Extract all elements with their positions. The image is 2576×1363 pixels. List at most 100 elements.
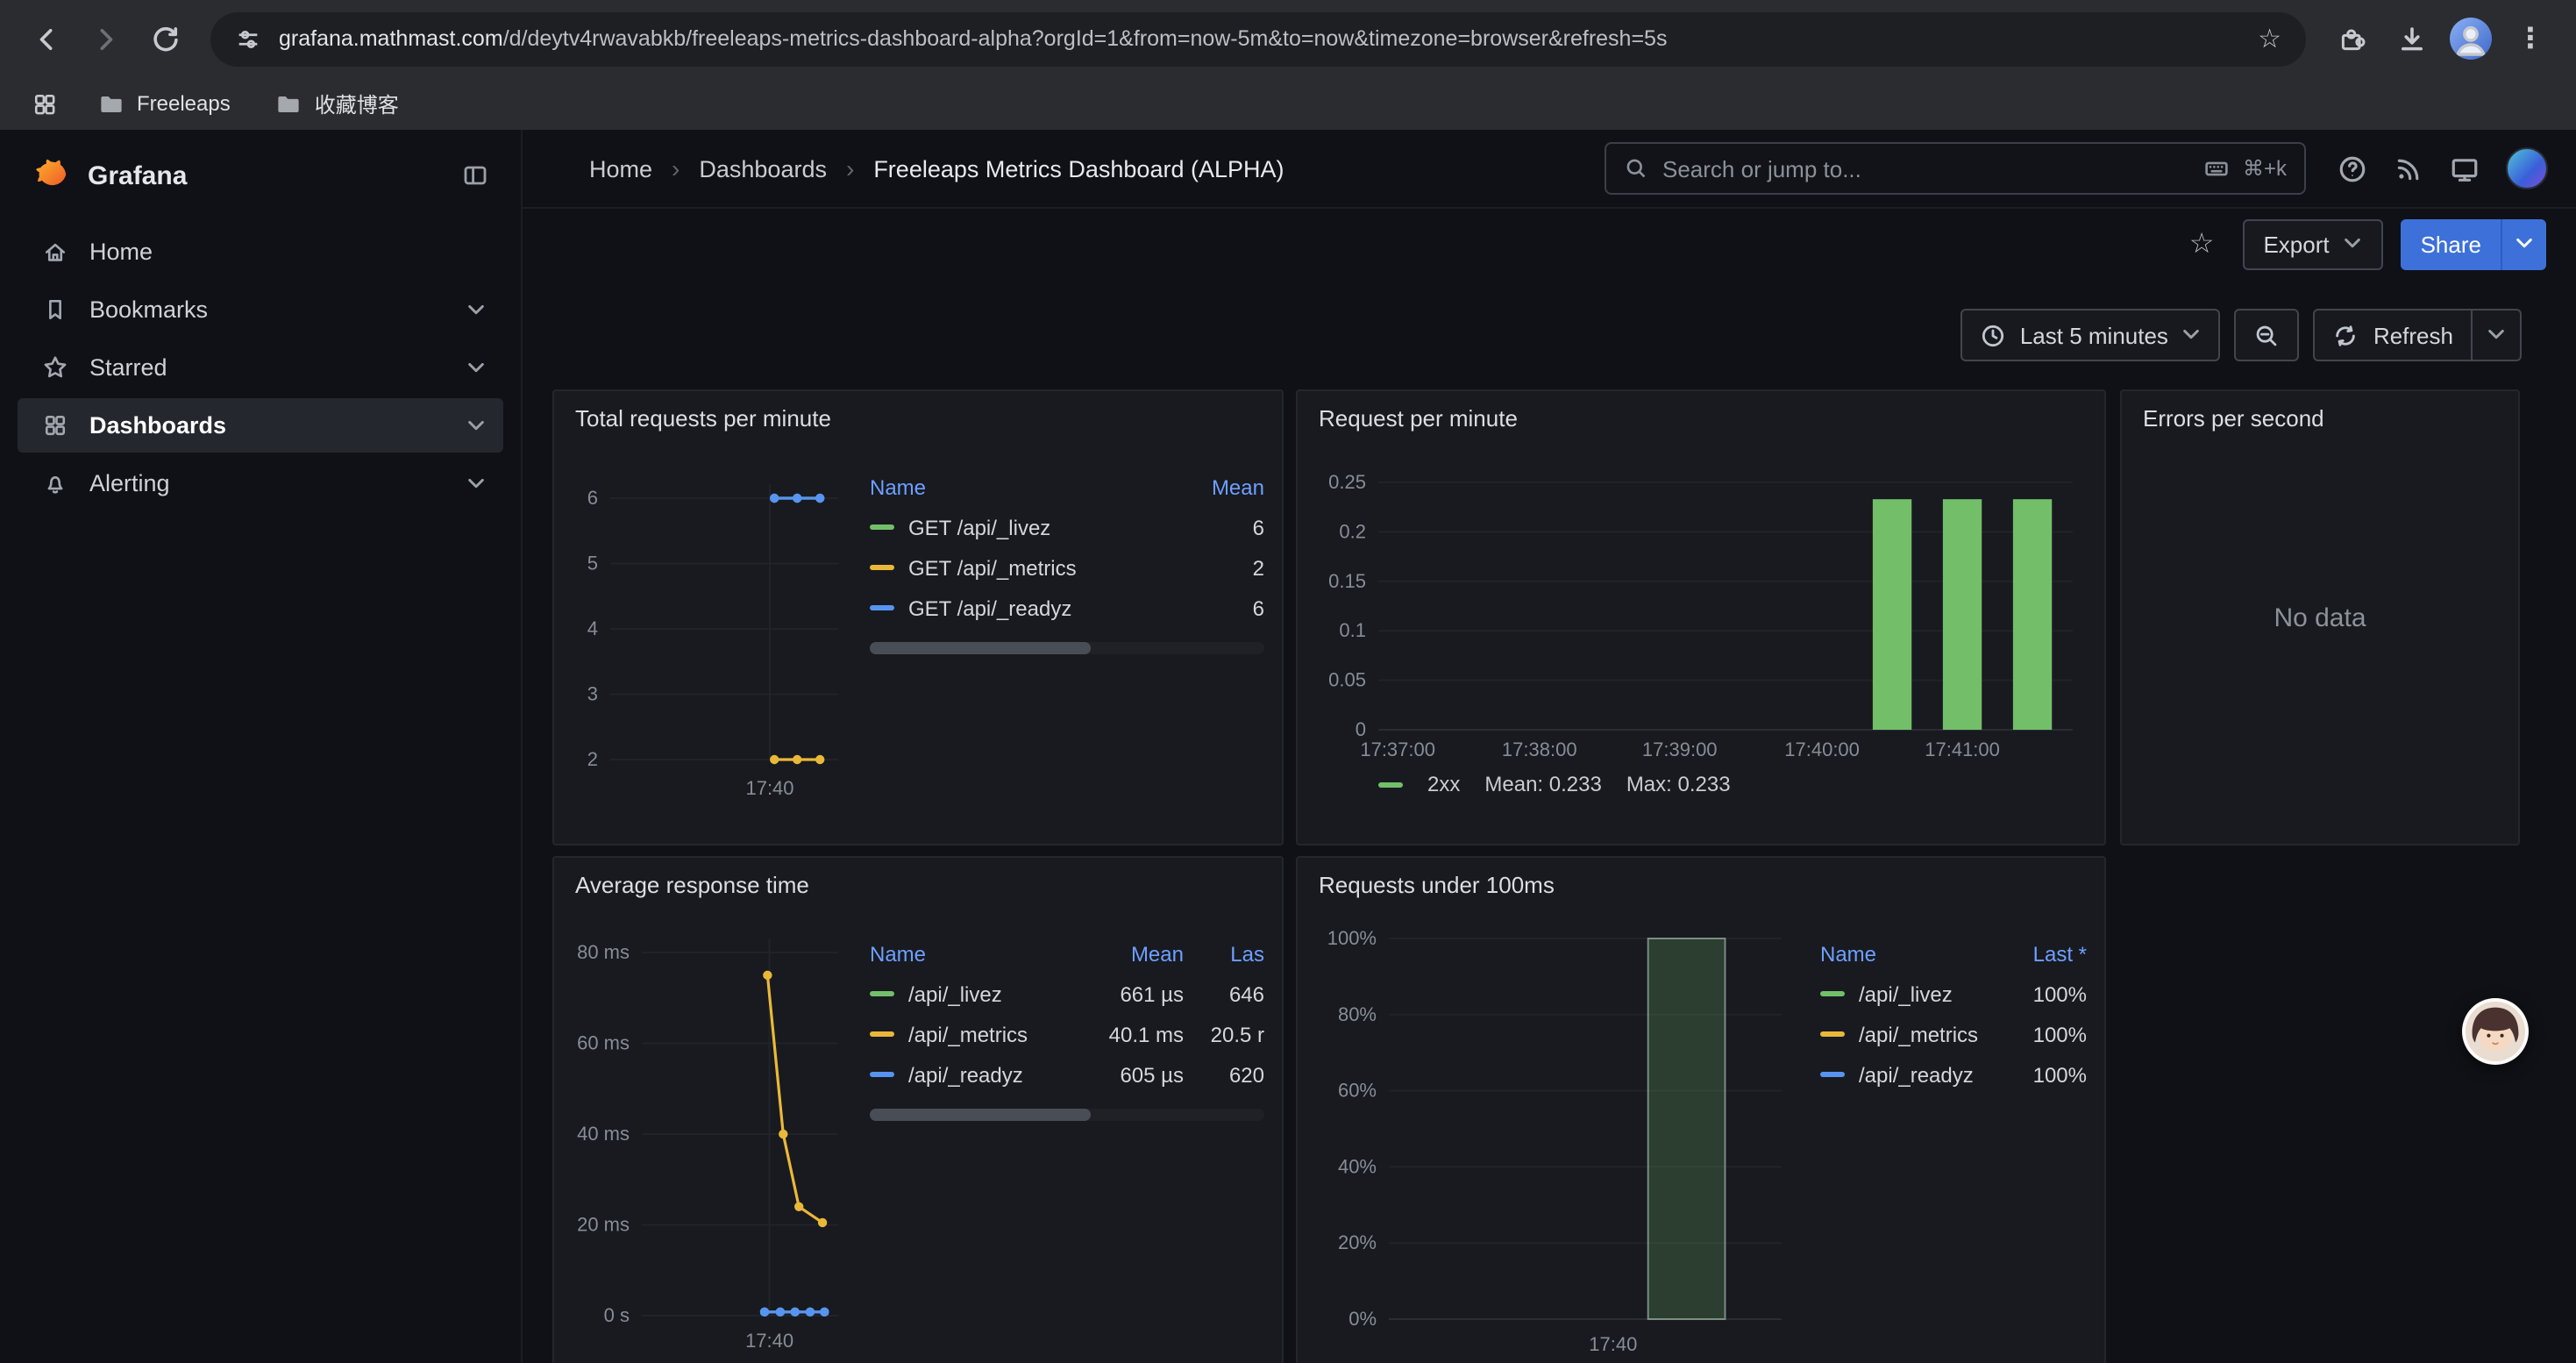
legend-header-mean[interactable]: Mean	[1184, 475, 1264, 500]
total-requests-chart: 6543217:40	[568, 447, 852, 812]
series-mean: 661 µs	[1075, 981, 1184, 1006]
series-name[interactable]: GET /api/_livez	[908, 515, 1184, 539]
sidebar-item-label: Dashboards	[89, 412, 226, 439]
legend-row[interactable]: /api/_readyz 605 µs 620	[870, 1054, 1264, 1095]
brand-name[interactable]: Grafana	[88, 161, 187, 190]
series-swatch	[870, 605, 894, 610]
favorite-star-icon[interactable]: ☆	[2189, 226, 2215, 261]
time-range-picker[interactable]: Last 5 minutes	[1960, 309, 2221, 361]
back-button[interactable]	[18, 11, 74, 67]
address-bar[interactable]: grafana.mathmast.com/d/deytv4rwavabkb/fr…	[210, 11, 2306, 66]
search-box[interactable]: ⌘+k	[1605, 142, 2306, 195]
share-button-group: Share	[2402, 218, 2546, 269]
panel-title[interactable]: Request per minute	[1298, 391, 2104, 447]
series-max: Max: 0.233	[1626, 772, 1731, 796]
svg-text:0 s: 0 s	[604, 1304, 630, 1326]
sidebar-item-home[interactable]: Home	[18, 225, 503, 279]
bookmark-folder-blog[interactable]: 收藏博客	[262, 83, 413, 124]
sidebar-item-dashboards[interactable]: Dashboards	[18, 398, 503, 453]
site-info-icon[interactable]	[235, 25, 261, 52]
export-label: Export	[2263, 231, 2329, 257]
legend-header-mean[interactable]: Mean	[1075, 942, 1184, 967]
panel-title[interactable]: Requests under 100ms	[1298, 858, 2104, 914]
share-dropdown-button[interactable]	[2501, 218, 2546, 269]
sidebar: Grafana Home Bookmarks Starred	[0, 130, 523, 1363]
series-swatch	[1820, 991, 1845, 996]
export-button[interactable]: Export	[2242, 218, 2383, 269]
zoom-out-button[interactable]	[2235, 309, 2300, 361]
legend-row[interactable]: /api/_livez 661 µs 646	[870, 974, 1264, 1014]
panel-title[interactable]: Total requests per minute	[554, 391, 1282, 447]
legend-header-name[interactable]: Name	[870, 475, 1184, 500]
legend-scrollbar[interactable]	[870, 1109, 1264, 1121]
average-response-time-chart: 80 ms60 ms40 ms20 ms0 s17:40	[568, 914, 852, 1356]
panel-title[interactable]: Errors per second	[2122, 391, 2518, 447]
legend-header-name[interactable]: Name	[870, 942, 1075, 967]
sidebar-item-bookmarks[interactable]: Bookmarks	[18, 282, 503, 337]
legend-row[interactable]: GET /api/_readyz 6	[870, 588, 1264, 628]
series-name[interactable]: GET /api/_metrics	[908, 555, 1184, 580]
extensions-icon[interactable]	[2323, 11, 2380, 67]
breadcrumb-home[interactable]: Home	[589, 155, 652, 182]
sidebar-item-starred[interactable]: Starred	[18, 340, 503, 395]
panel-average-response-time: Average response time 80 ms60 ms40 ms20 …	[552, 856, 1284, 1363]
chart-legend[interactable]: 2xx Mean: 0.233 Max: 0.233	[1312, 767, 2097, 796]
search-input[interactable]	[1662, 155, 2190, 182]
share-button[interactable]: Share	[2402, 218, 2501, 269]
legend-header-name[interactable]: Name	[1820, 942, 1996, 967]
home-icon	[42, 239, 68, 265]
series-name[interactable]: /api/_metrics	[1859, 1022, 1996, 1046]
sidebar-collapse-icon[interactable]	[461, 161, 489, 189]
sidebar-item-alerting[interactable]: Alerting	[18, 456, 503, 510]
series-name[interactable]: /api/_livez	[908, 981, 1075, 1006]
series-name[interactable]: GET /api/_readyz	[908, 596, 1184, 620]
svg-text:5: 5	[587, 553, 598, 574]
avatar-illustration	[2466, 1002, 2525, 1061]
series-mean: 605 µs	[1075, 1062, 1184, 1087]
legend-row[interactable]: /api/_metrics 40.1 ms 20.5 r	[870, 1014, 1264, 1054]
panel-title[interactable]: Average response time	[554, 858, 1282, 914]
legend-row[interactable]: /api/_readyz 100%	[1820, 1054, 2087, 1095]
breadcrumb-dashboards[interactable]: Dashboards	[699, 155, 827, 182]
news-button[interactable]	[2394, 153, 2423, 183]
series-name[interactable]: /api/_readyz	[908, 1062, 1075, 1087]
scrollbar-thumb[interactable]	[870, 1109, 1091, 1121]
bookmark-folder-freeleaps[interactable]: Freeleaps	[84, 85, 245, 122]
breadcrumb: Home › Dashboards › Freeleaps Metrics Da…	[589, 154, 1284, 182]
legend-row[interactable]: /api/_metrics 100%	[1820, 1014, 2087, 1054]
legend-header-last[interactable]: Last *	[1996, 942, 2087, 967]
sidebar-item-label: Starred	[89, 354, 167, 381]
grafana-main: Home › Dashboards › Freeleaps Metrics Da…	[523, 130, 2576, 1363]
series-name[interactable]: 2xx	[1427, 772, 1460, 796]
floating-assistant-avatar[interactable]	[2462, 998, 2529, 1065]
keyboard-icon	[2204, 156, 2229, 181]
downloads-button[interactable]	[2383, 11, 2439, 67]
display-button[interactable]	[2450, 153, 2480, 183]
svg-text:40%: 40%	[1338, 1155, 1377, 1177]
scrollbar-thumb[interactable]	[870, 642, 1091, 654]
browser-profile-avatar[interactable]	[2443, 11, 2499, 67]
user-avatar[interactable]	[2506, 147, 2548, 189]
legend-row[interactable]: GET /api/_livez 6	[870, 507, 1264, 547]
refresh-button[interactable]: Refresh	[2316, 310, 2471, 360]
breadcrumb-separator: ›	[846, 154, 854, 182]
apps-grid-button[interactable]	[21, 81, 67, 126]
legend-header-last[interactable]: Las	[1184, 942, 1264, 967]
legend-scrollbar[interactable]	[870, 642, 1264, 654]
help-button[interactable]	[2338, 153, 2367, 183]
refresh-interval-dropdown[interactable]	[2471, 310, 2520, 360]
chevron-down-icon	[2344, 237, 2363, 251]
series-name[interactable]: /api/_readyz	[1859, 1062, 1996, 1087]
series-last: 100%	[1996, 1022, 2087, 1046]
reload-button[interactable]	[137, 11, 193, 67]
series-name[interactable]: /api/_metrics	[908, 1022, 1075, 1046]
help-icon	[2338, 153, 2367, 183]
legend-row[interactable]: /api/_livez 100%	[1820, 974, 2087, 1014]
series-name[interactable]: /api/_livez	[1859, 981, 1996, 1006]
bookmark-star-icon[interactable]: ☆	[2258, 23, 2281, 54]
forward-icon	[90, 24, 120, 54]
browser-menu-button[interactable]: ⋮	[2502, 11, 2558, 67]
legend-row[interactable]: GET /api/_metrics 2	[870, 547, 1264, 588]
forward-button[interactable]	[77, 11, 133, 67]
svg-text:17:40: 17:40	[745, 777, 793, 799]
